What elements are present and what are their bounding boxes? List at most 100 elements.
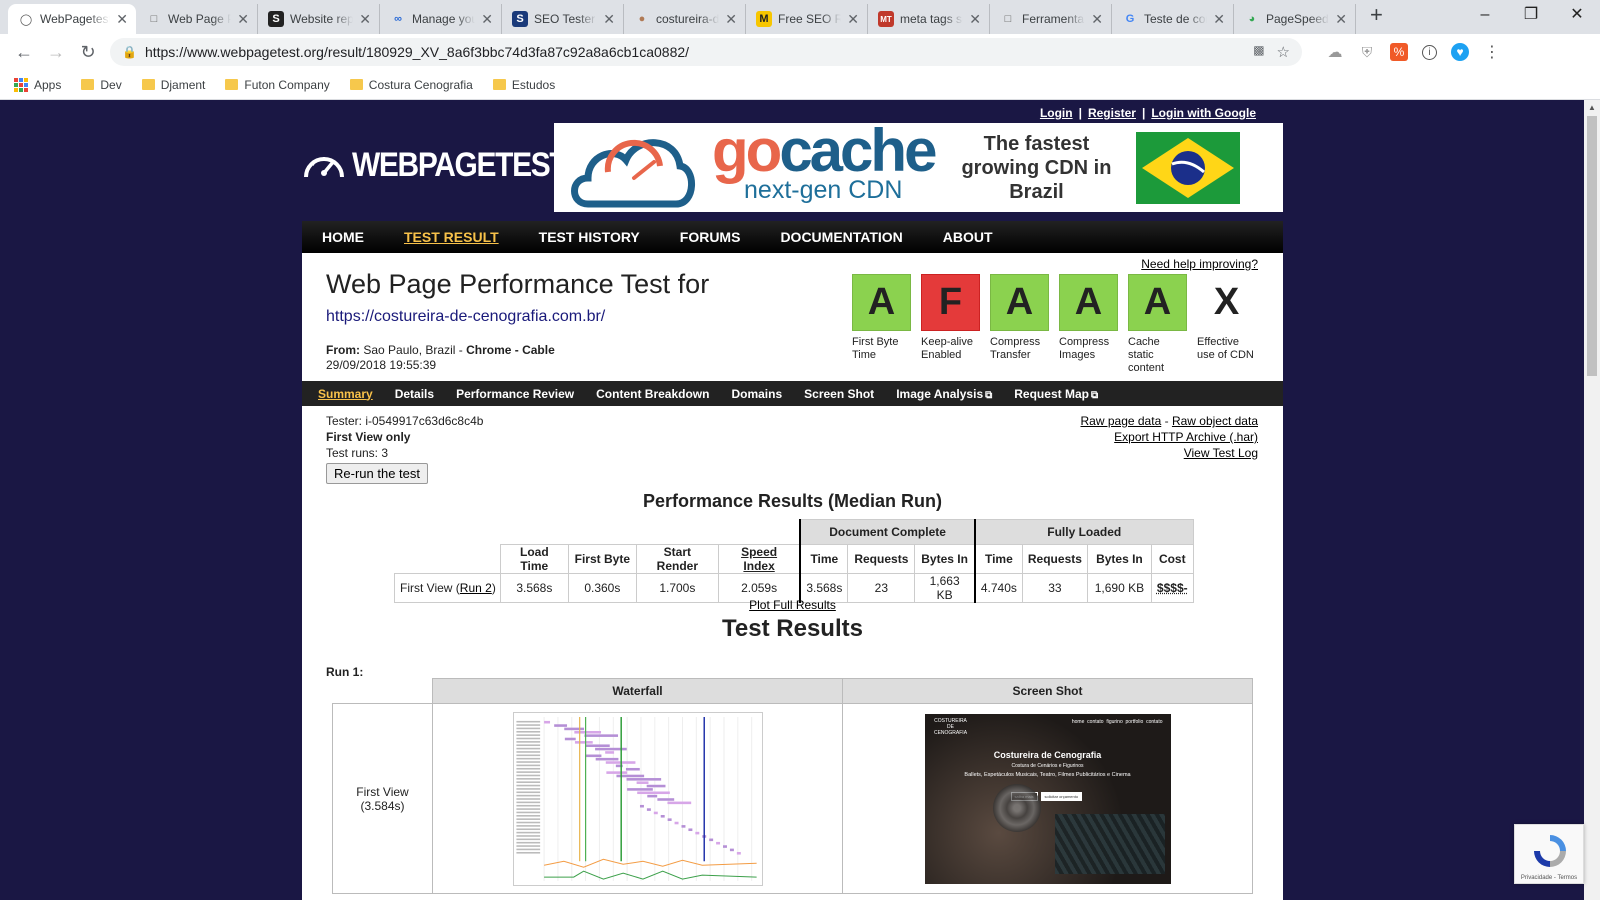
tab-5[interactable]: ● costureira-de ✕ <box>624 4 746 34</box>
close-tab-icon[interactable]: ✕ <box>725 11 737 28</box>
drive-extension-icon[interactable]: ☁ <box>1326 43 1344 61</box>
close-tab-icon[interactable]: ✕ <box>237 11 249 28</box>
raw-page-data-link[interactable]: Raw page data <box>1081 414 1162 428</box>
grade-keep-alive-enabled[interactable]: F Keep-alive Enabled <box>921 274 980 375</box>
bookmark-folder-dev[interactable]: Dev <box>81 78 122 92</box>
subnav-content-breakdown[interactable]: Content Breakdown <box>596 387 709 401</box>
tab-3[interactable]: ∞ Manage your ✕ <box>380 4 502 34</box>
performance-results-heading: Performance Results (Median Run) <box>642 491 943 511</box>
tab-0[interactable]: ◯ WebPagetest ✕ <box>8 4 136 34</box>
address-bar[interactable]: 🔒 https://www.webpagetest.org/result/180… <box>110 38 1302 66</box>
percent-extension-icon[interactable]: % <box>1390 43 1408 61</box>
tab-10[interactable]: ◕ PageSpeed ✕ <box>1234 4 1356 34</box>
grade-effective-use-of-cdn[interactable]: X Effective use of CDN <box>1197 274 1256 375</box>
translate-icon[interactable]: ▩ <box>1253 43 1264 61</box>
close-tab-icon[interactable]: ✕ <box>481 11 493 28</box>
scrollbar-thumb[interactable] <box>1587 116 1597 376</box>
webpagetest-logo[interactable]: WEBPAGETEST <box>302 146 596 185</box>
tab-8[interactable]: □ Ferramenta ✕ <box>990 4 1112 34</box>
tab-9[interactable]: G Teste de compressão ✕ <box>1112 4 1234 34</box>
minimize-button[interactable]: – <box>1462 0 1508 30</box>
bookmark-apps[interactable]: Apps <box>14 77 61 92</box>
register-link[interactable]: Register <box>1088 106 1136 120</box>
tab-7[interactable]: MT meta tags seo ✕ <box>868 4 990 34</box>
page-screenshot-thumbnail[interactable]: COSTUREIRA DE CENOGRAFIA home contato fi… <box>924 713 1171 884</box>
heart-extension-icon[interactable]: ♥ <box>1451 43 1469 61</box>
close-window-button[interactable]: ✕ <box>1554 0 1600 30</box>
run-2-link[interactable]: Run 2 <box>460 581 492 595</box>
subnav-domains[interactable]: Domains <box>731 387 782 401</box>
close-tab-icon[interactable]: ✕ <box>359 11 371 28</box>
close-tab-icon[interactable]: ✕ <box>969 11 981 28</box>
subnav-request-map[interactable]: Request Map ⧉ <box>1014 387 1098 401</box>
nav-home[interactable]: HOME <box>322 229 364 245</box>
bookmark-folder-futon[interactable]: Futon Company <box>225 78 330 92</box>
subnav-screen-shot[interactable]: Screen Shot <box>804 387 874 401</box>
col-cost: Cost <box>1150 544 1194 574</box>
col-speed-index[interactable]: Speed Index <box>717 544 801 574</box>
waterfall-row-label <box>515 827 540 830</box>
grade-label: Compress Images <box>1059 336 1110 361</box>
main-nav: HOME TEST RESULT TEST HISTORY FORUMS DOCUMEN… <box>302 221 1283 253</box>
tab-2[interactable]: S Website report ✕ <box>258 4 380 34</box>
subnav-label: Performance Review <box>456 386 575 401</box>
bookmark-folder-costura[interactable]: Costura Cenografia <box>349 78 473 92</box>
rerun-test-button[interactable]: Re-run the test <box>326 463 428 484</box>
reload-icon[interactable]: ↻ <box>72 42 104 63</box>
close-tab-icon[interactable]: ✕ <box>847 11 859 28</box>
new-tab-button[interactable]: + <box>1356 2 1383 32</box>
col-full-time: Time <box>973 544 1023 574</box>
tab-label: PageSpeed <box>1266 12 1329 26</box>
subnav-performance-review[interactable]: Performance Review <box>456 387 574 401</box>
preview-btn-orcamento: solicitar orçamento <box>1040 791 1083 801</box>
chrome-menu-icon[interactable]: ⋮ <box>1483 43 1501 61</box>
login-google-link[interactable]: Login with Google <box>1151 106 1256 120</box>
grade-first-byte-time[interactable]: A First Byte Time <box>852 274 911 375</box>
scroll-up-arrow-icon[interactable]: ▲ <box>1584 103 1600 112</box>
nav-documentation[interactable]: DOCUMENTATION <box>780 229 902 245</box>
waterfall-row-label <box>515 720 540 722</box>
bookmark-folder-estudos[interactable]: Estudos <box>492 78 555 92</box>
close-tab-icon[interactable]: ✕ <box>1335 11 1347 28</box>
grade-compress-images[interactable]: A Compress Images <box>1059 274 1118 375</box>
grade-cache-static-content[interactable]: A Cache static content <box>1128 274 1187 375</box>
plot-full-results-link[interactable]: Plot Full Results <box>749 598 836 612</box>
bookmark-folder-djament[interactable]: Djament <box>141 78 205 92</box>
tested-url[interactable]: https://costureira-de-cenografia.com.br/ <box>326 308 605 326</box>
need-help-link[interactable]: Need help improving? <box>1141 257 1258 271</box>
tab-4[interactable]: S SEO Tester ✕ <box>502 4 624 34</box>
bookmark-star-icon[interactable]: ☆ <box>1277 43 1290 61</box>
grade-compress-transfer[interactable]: A Compress Transfer <box>990 274 1049 375</box>
waterfall-row-label <box>515 727 540 729</box>
folder-icon <box>81 79 95 90</box>
infinity-icon: ∞ <box>394 13 402 25</box>
subnav-details[interactable]: Details <box>395 387 434 401</box>
back-arrow-icon[interactable]: ← <box>8 42 40 63</box>
nav-about[interactable]: ABOUT <box>943 229 993 245</box>
preview-site-logo: COSTUREIRA DE CENOGRAFIA <box>933 717 968 736</box>
raw-object-data-link[interactable]: Raw object data <box>1172 414 1258 428</box>
login-link[interactable]: Login <box>1040 106 1073 120</box>
export-har-link[interactable]: Export HTTP Archive (.har) <box>1114 430 1258 444</box>
waterfall-request-bar <box>667 817 672 821</box>
close-tab-icon[interactable]: ✕ <box>603 11 615 28</box>
gocache-ad-banner[interactable]: gocache next-gen CDN The fastest growing… <box>554 121 1283 212</box>
nav-forums[interactable]: FORUMS <box>680 229 741 245</box>
close-tab-icon[interactable]: ✕ <box>1091 11 1103 28</box>
maximize-button[interactable]: ❐ <box>1508 0 1554 30</box>
nav-test-history[interactable]: TEST HISTORY <box>539 229 640 245</box>
page-scrollbar[interactable]: ▲ <box>1584 100 1600 900</box>
view-test-log-link[interactable]: View Test Log <box>1184 446 1258 460</box>
close-tab-icon[interactable]: ✕ <box>116 11 128 28</box>
tab-6[interactable]: M Free SEO Report ✕ <box>746 4 868 34</box>
subnav-summary[interactable]: Summary <box>318 387 373 401</box>
tab-1[interactable]: □ Web Page Performance ✕ <box>136 4 258 34</box>
info-extension-icon[interactable]: i <box>1422 44 1437 60</box>
subnav-image-analysis[interactable]: Image Analysis ⧉ <box>896 387 992 401</box>
waterfall-thumbnail[interactable] <box>512 711 763 886</box>
recaptcha-badge[interactable]: Privacidade - Termos <box>1514 824 1584 884</box>
nav-test-result[interactable]: TEST RESULT <box>404 229 499 245</box>
shield-extension-icon[interactable]: ⛨ <box>1358 43 1376 61</box>
forward-arrow-icon[interactable]: → <box>40 42 72 63</box>
close-tab-icon[interactable]: ✕ <box>1213 11 1225 28</box>
